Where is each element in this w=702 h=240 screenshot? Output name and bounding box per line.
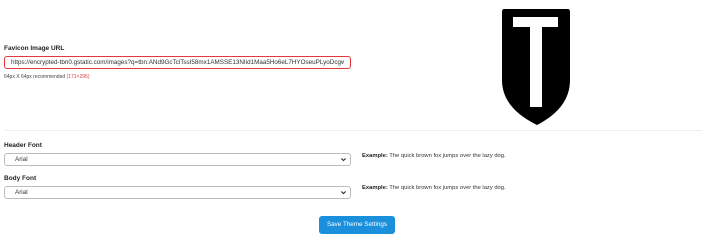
header-font-label: Header Font	[4, 142, 42, 149]
favicon-size-warning: (171×295)	[66, 74, 90, 80]
header-example-text: The quick brown fox jumps over the lazy …	[389, 153, 506, 159]
chevron-down-icon	[341, 191, 346, 195]
favicon-url-input[interactable]	[4, 56, 351, 69]
body-font-select[interactable]: Arial	[4, 186, 351, 199]
header-font-select[interactable]: Arial	[4, 153, 351, 166]
favicon-hint-text: 64px X 64px recommended	[4, 74, 66, 80]
favicon-url-label: Favicon Image URL	[4, 45, 65, 52]
section-divider	[4, 130, 702, 131]
header-font-example: Example: The quick brown fox jumps over …	[362, 153, 506, 159]
body-example-text: The quick brown fox jumps over the lazy …	[389, 185, 506, 191]
body-font-selected-value: Arial	[15, 189, 28, 196]
chevron-down-icon	[341, 158, 346, 162]
body-example-label: Example:	[362, 185, 388, 191]
header-example-label: Example:	[362, 153, 388, 159]
favicon-preview-image	[502, 9, 570, 125]
body-font-label: Body Font	[4, 175, 37, 182]
save-theme-settings-button[interactable]: Save Theme Settings	[319, 216, 395, 234]
header-font-selected-value: Arial	[15, 156, 28, 163]
body-font-example: Example: The quick brown fox jumps over …	[362, 185, 506, 191]
favicon-size-hint: 64px X 64px recommended (171×295)	[4, 74, 89, 80]
